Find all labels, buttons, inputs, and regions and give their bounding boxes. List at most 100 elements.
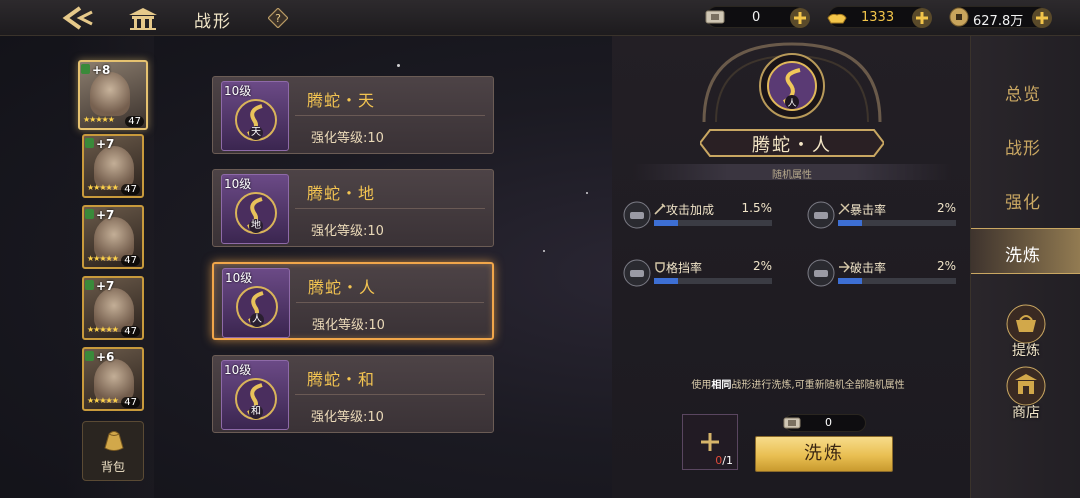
attribute-bar <box>654 220 772 226</box>
shield-icon <box>655 262 665 273</box>
hero-plus: +6 <box>96 350 115 364</box>
hint-suffix: 战形进行洗炼,可重新随机全部随机属性 <box>731 380 905 391</box>
resource-coin: 627.8万 <box>949 6 1052 29</box>
shop-button[interactable]: 商店 <box>1003 366 1049 424</box>
resource-gold-ingot: 1333 <box>827 6 932 28</box>
attribute-bar-fill <box>838 220 862 226</box>
hero-list: +8 ★★★★★ 47 +7 ★★★★★ 47 +7 ★★★★★ 47 +7 ★… <box>66 36 154 498</box>
formation-card-selected[interactable]: 10级 人 腾蛇・人 强化等级:10 <box>212 262 494 340</box>
top-bar: 战形 ? 0 1333 627.8万 <box>0 0 1080 36</box>
gold-ingot-count: 1333 <box>861 10 895 25</box>
hero-badge-icon <box>85 280 94 290</box>
refine-hint: 使用相同战形进行洗炼,可重新随机全部随机属性 <box>648 376 948 391</box>
hero-badge-icon <box>85 209 94 219</box>
ticket-count: 0 <box>752 10 761 25</box>
break-icon <box>839 261 850 273</box>
hero-card[interactable]: +6 ★★★★★ 47 <box>82 347 144 411</box>
shop-icon <box>1006 366 1046 406</box>
formation-char: 人 <box>250 313 264 327</box>
attribute-name: 破击率 <box>850 261 887 275</box>
hero-badge-icon <box>85 138 94 148</box>
lock-toggle-icon[interactable] <box>806 200 836 230</box>
help-button[interactable]: ? <box>267 7 289 29</box>
hero-stars: ★★★★★ <box>83 115 115 124</box>
tab-overview[interactable]: 总览 <box>971 68 1080 114</box>
gold-ingot-icon <box>827 13 847 24</box>
formation-card[interactable]: 10级 天 腾蛇・天 强化等级:10 <box>212 76 494 154</box>
divider <box>295 115 485 116</box>
formation-card[interactable]: 10级 地 腾蛇・地 强化等级:10 <box>212 169 494 247</box>
medal-char: 人 <box>787 98 796 109</box>
attribute-bar-fill <box>654 278 678 284</box>
tab-formation[interactable]: 战形 <box>971 122 1080 168</box>
attribute-value: 2% <box>752 259 772 273</box>
divider <box>296 302 484 303</box>
material-count: 0/1 <box>715 454 733 467</box>
attribute-name: 暴击率 <box>850 203 887 217</box>
back-button[interactable] <box>58 4 98 32</box>
tab-refine[interactable]: 洗炼 <box>971 228 1080 274</box>
bag-icon <box>104 431 124 451</box>
lock-toggle-icon[interactable] <box>622 200 652 230</box>
formation-char: 和 <box>249 405 263 419</box>
attribute-row: 破击率 2% <box>806 258 956 298</box>
formation-char: 地 <box>249 219 263 233</box>
extract-label: 提炼 <box>1012 343 1040 359</box>
detail-panel: 人 腾蛇・人 随机属性 攻击加成 1.5% 暴击率 2% 格挡率 2% 破击率 … <box>612 36 970 498</box>
coin-count: 627.8万 <box>973 14 1024 29</box>
refine-cost: 0 <box>783 414 866 432</box>
hero-plus: +7 <box>96 137 115 151</box>
hero-card[interactable]: +7 ★★★★★ 47 <box>82 134 144 198</box>
extract-button[interactable]: 提炼 <box>1003 304 1049 362</box>
back-arrow-icon <box>62 6 93 30</box>
sword-icon <box>654 203 666 215</box>
sparkle <box>397 64 400 67</box>
formation-card[interactable]: 10级 和 腾蛇・和 强化等级:10 <box>212 355 494 433</box>
add-ticket-button[interactable] <box>789 7 811 29</box>
home-button[interactable] <box>126 4 160 32</box>
attribute-bar-fill <box>654 220 678 226</box>
formation-name: 腾蛇・地 <box>307 184 376 203</box>
material-need: /1 <box>722 454 733 467</box>
hero-stars: ★★★★★ <box>87 183 119 192</box>
hint-emphasis: 相同 <box>711 380 732 391</box>
tab-label: 总览 <box>1005 85 1041 105</box>
hero-level: 47 <box>125 116 144 127</box>
attribute-name: 格挡率 <box>666 261 703 275</box>
help-icon: ? <box>267 7 289 29</box>
tab-label: 洗炼 <box>1005 246 1041 266</box>
formation-enhance-level: 强化等级:10 <box>311 131 384 146</box>
formation-name: 腾蛇・和 <box>307 370 376 389</box>
tab-enhance[interactable]: 强化 <box>971 176 1080 222</box>
refine-cost-value: 0 <box>825 416 832 429</box>
bag-button[interactable]: 背包 <box>82 421 144 481</box>
hero-stars: ★★★★★ <box>87 325 119 334</box>
critical-icon <box>838 203 850 215</box>
material-slot[interactable]: 0/1 <box>682 414 738 470</box>
hero-badge-icon <box>81 64 90 74</box>
hero-level: 47 <box>121 397 140 408</box>
ticket-icon <box>705 10 725 24</box>
hero-card[interactable]: +7 ★★★★★ 47 <box>82 205 144 269</box>
attribute-bar-fill <box>838 278 862 284</box>
hero-card[interactable]: +8 ★★★★★ 47 <box>78 60 148 130</box>
hero-level: 47 <box>121 255 140 266</box>
attribute-row: 暴击率 2% <box>806 200 956 240</box>
page-title: 战形 <box>194 12 232 32</box>
hero-badge-icon <box>85 351 94 361</box>
formation-enhance-level: 强化等级:10 <box>312 318 385 333</box>
attribute-name: 攻击加成 <box>666 203 715 217</box>
refine-button[interactable]: 洗炼 <box>755 436 893 472</box>
lock-toggle-icon[interactable] <box>806 258 836 288</box>
hero-card[interactable]: +7 ★★★★★ 47 <box>82 276 144 340</box>
formation-name: 腾蛇・人 <box>308 278 377 297</box>
hero-level: 47 <box>121 326 140 337</box>
tab-bar: 总览 战形 强化 洗炼 提炼 商店 <box>970 36 1080 498</box>
add-coin-button[interactable] <box>1031 7 1053 29</box>
coin-icon <box>949 7 969 27</box>
lock-toggle-icon[interactable] <box>622 258 652 288</box>
palace-icon <box>129 8 157 30</box>
hero-stars: ★★★★★ <box>87 396 119 405</box>
add-gold-button[interactable] <box>911 7 933 29</box>
formation-icon: 10级 和 <box>221 360 289 430</box>
